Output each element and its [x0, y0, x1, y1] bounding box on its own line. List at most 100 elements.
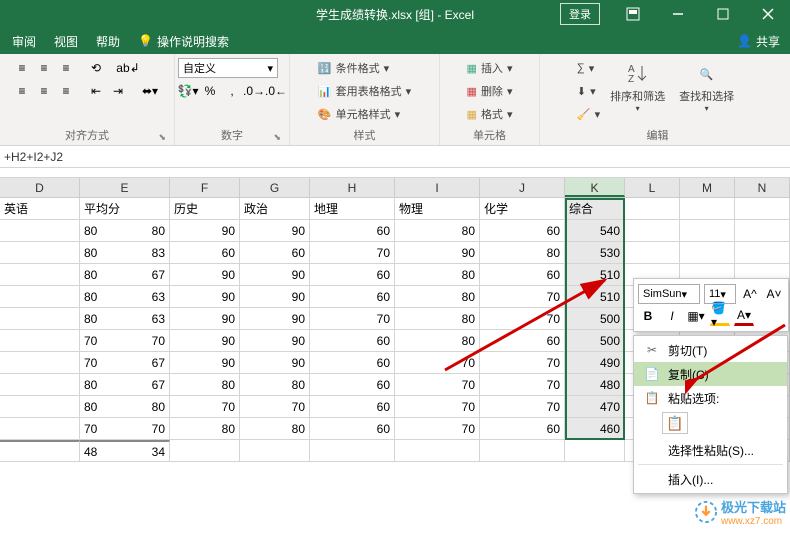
- cell[interactable]: [625, 242, 680, 264]
- cell[interactable]: 80: [240, 374, 310, 396]
- cell[interactable]: 80: [395, 264, 480, 286]
- header-cell[interactable]: 地理: [310, 198, 395, 220]
- increase-indent-button[interactable]: ⇥: [108, 81, 128, 101]
- cell[interactable]: [170, 440, 240, 462]
- cell[interactable]: 60: [240, 242, 310, 264]
- maximize-button[interactable]: [700, 0, 745, 28]
- cell[interactable]: 60: [310, 286, 395, 308]
- cell[interactable]: [0, 418, 80, 440]
- cell[interactable]: 60: [310, 396, 395, 418]
- formula-bar[interactable]: +H2+I2+J2: [0, 146, 790, 168]
- cell[interactable]: 490: [565, 352, 625, 374]
- cell[interactable]: [0, 264, 80, 286]
- cell[interactable]: 70: [480, 286, 565, 308]
- cell[interactable]: [0, 440, 80, 462]
- col-header-F[interactable]: F: [170, 178, 240, 197]
- cell[interactable]: 60: [480, 330, 565, 352]
- cell[interactable]: [395, 440, 480, 462]
- cell[interactable]: [240, 440, 310, 462]
- col-header-J[interactable]: J: [480, 178, 565, 197]
- cell[interactable]: 60: [310, 264, 395, 286]
- cell[interactable]: 60: [310, 352, 395, 374]
- align-left-button[interactable]: ≡: [12, 81, 32, 101]
- cell[interactable]: 70: [310, 308, 395, 330]
- accounting-format-button[interactable]: 💱▾: [178, 81, 198, 101]
- header-cell[interactable]: 综合: [565, 198, 625, 220]
- tell-me[interactable]: 💡 操作说明搜索: [138, 33, 229, 50]
- cell[interactable]: [0, 352, 80, 374]
- cell[interactable]: [625, 220, 680, 242]
- paste-default-button[interactable]: 📋: [662, 412, 688, 434]
- cell[interactable]: [0, 374, 80, 396]
- cell-styles-button[interactable]: 🎨单元格样式 ▾: [318, 104, 400, 124]
- cell[interactable]: 90: [240, 220, 310, 242]
- align-middle-button[interactable]: ≡: [34, 58, 54, 78]
- percent-format-button[interactable]: %: [200, 81, 220, 101]
- cell[interactable]: [0, 286, 80, 308]
- cell[interactable]: 80: [240, 418, 310, 440]
- cell[interactable]: 90: [240, 264, 310, 286]
- cell[interactable]: 80: [395, 220, 480, 242]
- cell[interactable]: 80: [170, 374, 240, 396]
- header-cell[interactable]: 平均分: [80, 198, 170, 220]
- cell[interactable]: 70: [310, 242, 395, 264]
- header-cell[interactable]: [680, 198, 735, 220]
- tab-review[interactable]: 审阅: [12, 33, 36, 50]
- cell[interactable]: 460: [565, 418, 625, 440]
- menu-cut[interactable]: ✂ 剪切(T): [634, 338, 787, 362]
- close-button[interactable]: [745, 0, 790, 28]
- border-button[interactable]: ▦▾: [686, 306, 706, 326]
- cell[interactable]: 90: [240, 330, 310, 352]
- cell[interactable]: 60: [480, 264, 565, 286]
- cell[interactable]: [0, 220, 80, 242]
- cell[interactable]: [480, 440, 565, 462]
- cell[interactable]: 540: [565, 220, 625, 242]
- header-cell[interactable]: [735, 198, 790, 220]
- menu-insert[interactable]: 插入(I)...: [634, 467, 787, 491]
- cell[interactable]: 70: [480, 396, 565, 418]
- wrap-text-button[interactable]: ab↲: [116, 58, 140, 78]
- italic-button[interactable]: I: [662, 306, 682, 326]
- cell[interactable]: 60: [310, 220, 395, 242]
- ribbon-display-options[interactable]: [610, 0, 655, 28]
- header-cell[interactable]: 化学: [480, 198, 565, 220]
- cell[interactable]: 90: [170, 330, 240, 352]
- conditional-formatting-button[interactable]: 🔢条件格式 ▾: [318, 58, 389, 78]
- cell[interactable]: 70: [480, 308, 565, 330]
- col-header-G[interactable]: G: [240, 178, 310, 197]
- cell[interactable]: 70: [480, 352, 565, 374]
- cell[interactable]: 8080: [80, 220, 170, 242]
- cell[interactable]: 90: [240, 286, 310, 308]
- mini-font-combo[interactable]: SimSun▾: [638, 284, 700, 304]
- delete-cells-button[interactable]: ▦删除 ▾: [467, 81, 513, 101]
- clear-button[interactable]: 🧹 ▾: [577, 104, 600, 124]
- align-right-button[interactable]: ≡: [56, 81, 76, 101]
- cell[interactable]: 7067: [80, 352, 170, 374]
- cell[interactable]: 60: [170, 242, 240, 264]
- cell[interactable]: 8063: [80, 308, 170, 330]
- bold-button[interactable]: B: [638, 306, 658, 326]
- col-header-H[interactable]: H: [310, 178, 395, 197]
- align-top-button[interactable]: ≡: [12, 58, 32, 78]
- cell[interactable]: 80: [395, 330, 480, 352]
- increase-font-button[interactable]: A^: [740, 284, 760, 304]
- increase-decimal-button[interactable]: .0→: [244, 81, 264, 101]
- insert-cells-button[interactable]: ▦插入 ▾: [467, 58, 513, 78]
- col-header-M[interactable]: M: [680, 178, 735, 197]
- cell[interactable]: 8067: [80, 374, 170, 396]
- cell[interactable]: [0, 308, 80, 330]
- col-header-K[interactable]: K: [565, 178, 625, 197]
- tab-help[interactable]: 帮助: [96, 33, 120, 50]
- cell[interactable]: 500: [565, 308, 625, 330]
- header-cell[interactable]: 英语: [0, 198, 80, 220]
- cell[interactable]: 510: [565, 286, 625, 308]
- cell[interactable]: 90: [170, 264, 240, 286]
- share-button[interactable]: 👤 共享: [737, 33, 780, 50]
- menu-paste-special[interactable]: 选择性粘贴(S)...: [634, 438, 787, 462]
- cell[interactable]: 70: [395, 396, 480, 418]
- number-format-combo[interactable]: 自定义 ▾: [178, 58, 278, 78]
- merge-center-button[interactable]: ⬌▾: [138, 81, 162, 101]
- cell[interactable]: 8080: [80, 396, 170, 418]
- col-header-I[interactable]: I: [395, 178, 480, 197]
- col-header-L[interactable]: L: [625, 178, 680, 197]
